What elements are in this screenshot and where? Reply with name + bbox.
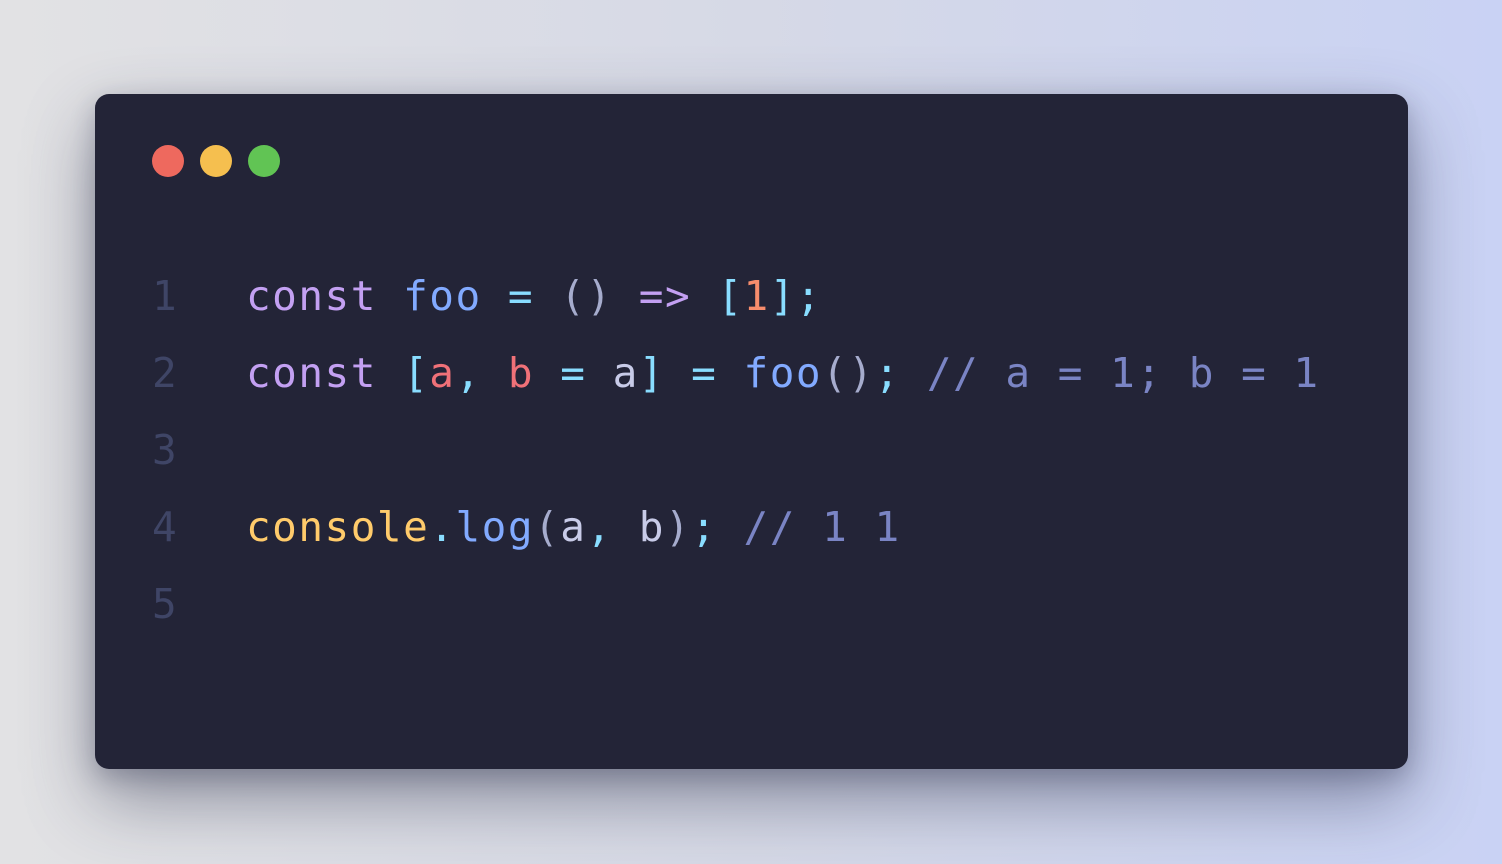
code-token-paren: ( bbox=[534, 503, 561, 551]
code-token-operator: . bbox=[429, 503, 456, 551]
code-token-variable bbox=[901, 335, 927, 412]
line-number: 4 bbox=[152, 503, 179, 551]
code-token-variable bbox=[377, 335, 403, 412]
code-token-operator: ]; bbox=[769, 272, 823, 320]
code-token-keyword: const bbox=[246, 272, 377, 320]
code-token-operator: = bbox=[507, 272, 535, 320]
code-token-operator: , bbox=[455, 349, 482, 397]
code-token-variable bbox=[717, 489, 743, 566]
line-number: 5 bbox=[152, 580, 179, 628]
line-number: 3 bbox=[152, 426, 179, 474]
code-token-paren: () bbox=[822, 349, 875, 397]
code-token-variable bbox=[534, 335, 560, 412]
code-token-variable: a bbox=[612, 349, 639, 397]
code-token-variable bbox=[377, 258, 403, 335]
code-token-keyword: => bbox=[638, 272, 692, 320]
code-token-variable bbox=[613, 258, 639, 335]
code-token-variable bbox=[482, 258, 508, 335]
maximize-dot-icon[interactable] bbox=[248, 145, 280, 177]
code-token-variable bbox=[586, 335, 612, 412]
code-token-variable-param: b bbox=[507, 349, 535, 397]
code-token-variable bbox=[482, 335, 508, 412]
code-token-variable bbox=[534, 258, 560, 335]
code-token-operator: [ bbox=[403, 349, 430, 397]
code-token-comment: // a = 1; b = 1 bbox=[926, 349, 1320, 397]
code-token-number: 1 bbox=[743, 272, 770, 320]
code-window: 1 const foo = () => [1]; 2 const [a, b = a]… bbox=[95, 94, 1408, 769]
code-line: 1 const foo = () => [1]; bbox=[152, 258, 1320, 335]
code-token-keyword: const bbox=[246, 349, 377, 397]
code-token-variable: a bbox=[560, 503, 587, 551]
code-token-variable bbox=[665, 335, 691, 412]
code-token-operator: ; bbox=[691, 503, 718, 551]
code-line: 5 bbox=[152, 566, 1320, 643]
code-token-paren: ) bbox=[664, 503, 692, 551]
code-token-class: console bbox=[246, 503, 430, 551]
line-number: 1 bbox=[152, 272, 179, 320]
minimize-dot-icon[interactable] bbox=[200, 145, 232, 177]
code-line: 2 const [a, b = a] = foo(); // a = 1; b =… bbox=[152, 335, 1320, 412]
code-token-comment: // 1 1 bbox=[743, 503, 901, 551]
code-token-function: log bbox=[455, 503, 535, 551]
window-controls bbox=[152, 145, 280, 177]
code-token-operator: = bbox=[560, 349, 587, 397]
code-token-variable bbox=[717, 335, 743, 412]
code-token-function: foo bbox=[403, 272, 482, 320]
line-number: 2 bbox=[152, 349, 179, 397]
code-token-variable: b bbox=[638, 503, 665, 551]
code-line: 3 bbox=[152, 412, 1320, 489]
code-token-operator: , bbox=[586, 503, 613, 551]
code-token-operator: ; bbox=[874, 349, 901, 397]
close-dot-icon[interactable] bbox=[152, 145, 184, 177]
code-token-paren: () bbox=[560, 272, 613, 320]
code-token-variable bbox=[691, 258, 717, 335]
code-token-operator: = bbox=[691, 349, 718, 397]
code-token-operator: [ bbox=[717, 272, 744, 320]
code-block: 1 const foo = () => [1]; 2 const [a, b = a]… bbox=[152, 258, 1320, 643]
code-line: 4 console. log(a, b); // 1 1 bbox=[152, 489, 1320, 566]
code-token-variable bbox=[613, 489, 639, 566]
code-token-variable-param: a bbox=[429, 349, 456, 397]
code-token-operator: ] bbox=[638, 349, 665, 397]
code-token-function: foo bbox=[743, 349, 823, 397]
